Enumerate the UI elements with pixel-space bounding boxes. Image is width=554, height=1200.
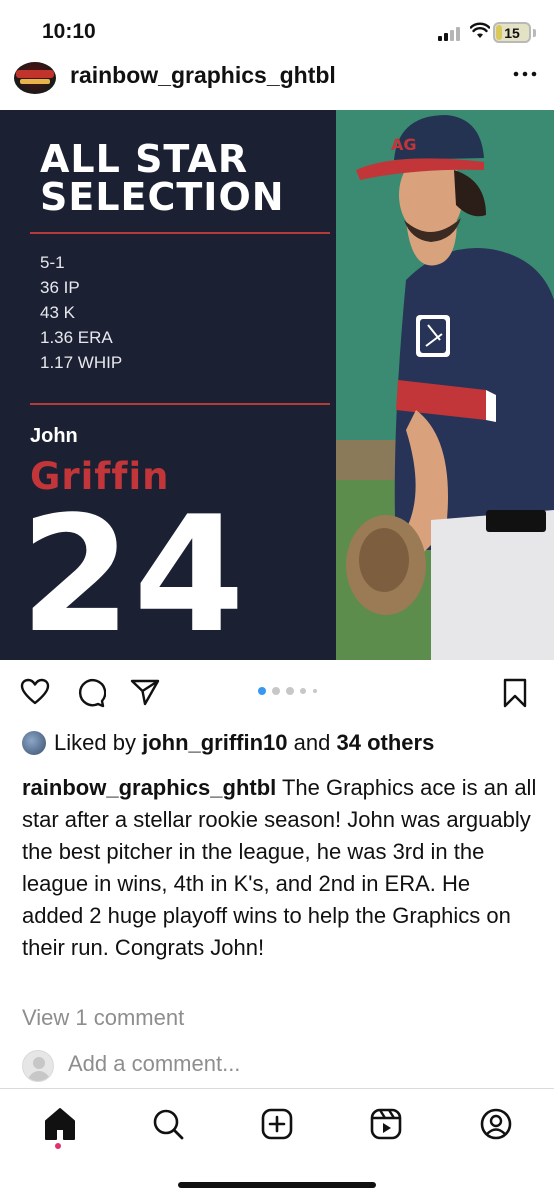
home-notification-dot [55, 1143, 61, 1149]
share-icon[interactable] [130, 678, 160, 706]
divider [30, 232, 330, 234]
status-time: 10:10 [42, 20, 96, 43]
reels-icon[interactable] [366, 1104, 406, 1144]
profile-icon[interactable] [476, 1104, 516, 1144]
home-icon[interactable] [40, 1104, 80, 1144]
post-header: rainbow_graphics_ghtbl [0, 62, 554, 110]
player-illustration: AG [336, 110, 554, 660]
heart-icon[interactable] [20, 678, 50, 706]
stat-innings: 36 IP [40, 278, 80, 297]
player-first-name: John [30, 425, 78, 447]
signal-icon [438, 27, 464, 41]
likes-text: Liked by john_griffin10 and 34 others [54, 730, 434, 756]
likes-prefix: Liked by [54, 730, 136, 755]
likes-conjunction: and [293, 730, 331, 755]
headline-line-1: ALL STAR [40, 137, 249, 181]
graphic-headline: ALL STAR SELECTION [40, 140, 285, 216]
caption-text: The Graphics ace is an all star after a … [22, 775, 537, 960]
carousel-dots [258, 686, 328, 696]
stats-list: 5-1 36 IP 43 K 1.36 ERA 1.17 WHIP [40, 250, 122, 375]
user-avatar [22, 1050, 54, 1082]
new-post-icon[interactable] [257, 1104, 297, 1144]
post-image[interactable]: ALL STAR SELECTION 5-1 36 IP 43 K 1.36 E… [0, 110, 554, 660]
comment-input[interactable]: Add a comment... [68, 1051, 240, 1077]
wifi-icon [470, 22, 490, 38]
stat-whip: 1.17 WHIP [40, 353, 123, 372]
bottom-nav [0, 1100, 554, 1150]
caption: rainbow_graphics_ghtbl The Graphics ace … [22, 772, 537, 964]
liker-username[interactable]: john_griffin10 [142, 730, 287, 755]
add-comment-row[interactable]: Add a comment... [22, 1048, 522, 1084]
status-bar: 10:10 15 [0, 0, 554, 62]
likes-others[interactable]: 34 others [337, 730, 435, 755]
stat-strikeouts: 43 K [40, 303, 75, 322]
post-actions [0, 670, 554, 714]
player-photo: AG [336, 110, 554, 660]
battery-level: 15 [504, 25, 520, 41]
divider [30, 403, 330, 405]
post-username[interactable]: rainbow_graphics_ghtbl [70, 62, 336, 89]
liker-avatar [22, 731, 46, 755]
bottom-divider [0, 1088, 554, 1089]
stat-era: 1.36 ERA [40, 328, 113, 347]
comment-icon[interactable] [76, 678, 106, 708]
svg-text:AG: AG [391, 135, 417, 154]
jersey-number: 24 [20, 481, 247, 660]
battery-icon: 15 [493, 22, 531, 43]
stat-record: 5-1 [40, 253, 65, 272]
headline-line-2: SELECTION [40, 175, 285, 219]
bookmark-icon[interactable] [502, 678, 528, 708]
caption-username[interactable]: rainbow_graphics_ghtbl [22, 775, 276, 800]
likes-row[interactable]: Liked by john_griffin10 and 34 others [22, 728, 542, 760]
more-horizontal-icon[interactable] [510, 64, 540, 84]
home-indicator[interactable] [178, 1182, 376, 1188]
view-comments-link[interactable]: View 1 comment [22, 1005, 184, 1031]
graphic-panel: ALL STAR SELECTION 5-1 36 IP 43 K 1.36 E… [0, 110, 336, 660]
post-avatar[interactable] [14, 62, 56, 94]
search-icon[interactable] [148, 1104, 188, 1144]
